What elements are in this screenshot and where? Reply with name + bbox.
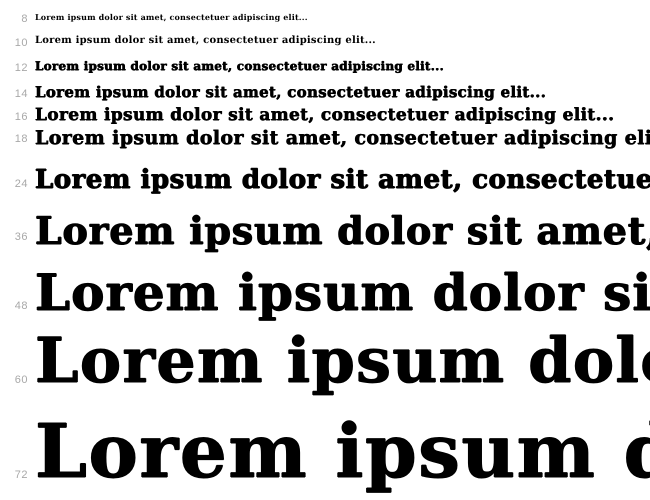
sample-text-14: Lorem ipsum dolor sit amet, consectetuer… [35,83,547,101]
size-label-8: 8 [21,13,28,25]
sample-text-36: Lorem ipsum dolor sit amet, consectetuer… [35,208,650,253]
size-label-14: 14 [14,88,28,100]
sample-text-18: Lorem ipsum dolor sit amet, consectetuer… [35,127,650,149]
size-label-48: 48 [14,300,28,312]
waterfall-row: 24 Lorem ipsum dolor sit amet, consectet… [0,0,650,500]
size-label-60: 60 [14,374,28,386]
size-label-72: 72 [14,469,28,481]
waterfall-row: 48 Lorem ipsum dolor sit amet, consectet… [0,0,650,500]
waterfall-row: 72 Lorem ipsum dolor sit amet, consectet… [0,0,650,500]
waterfall-row: 14 Lorem ipsum dolor sit amet, consectet… [0,0,650,500]
size-label-12: 12 [14,62,28,74]
waterfall-row: 8 Lorem ipsum dolor sit amet, consectetu… [0,0,650,500]
waterfall-row: 60 Lorem ipsum dolor sit amet, consectet… [0,0,650,500]
sample-text-48: Lorem ipsum dolor sit amet, consectetuer… [35,263,650,322]
sample-text-24: Lorem ipsum dolor sit amet, consectetuer… [35,165,650,195]
sample-text-16: Lorem ipsum dolor sit amet, consectetuer… [35,105,615,125]
waterfall-row: 10 Lorem ipsum dolor sit amet, consectet… [0,0,650,500]
size-label-16: 16 [14,111,28,123]
waterfall-row: 16 Lorem ipsum dolor sit amet, consectet… [0,0,650,500]
sample-text-60: Lorem ipsum dolor sit amet, consectetuer… [35,324,650,397]
font-specimen-waterfall: 8 Lorem ipsum dolor sit amet, consectetu… [0,0,650,500]
size-label-24: 24 [14,178,28,190]
size-label-18: 18 [14,133,28,145]
sample-text-12: Lorem ipsum dolor sit amet, consectetuer… [35,59,444,73]
sample-text-72: Lorem ipsum dolor sit amet, consectetuer… [35,409,650,495]
sample-text-8: Lorem ipsum dolor sit amet, consectetuer… [35,12,308,22]
size-label-10: 10 [14,37,28,49]
size-label-36: 36 [14,231,28,243]
sample-text-10: Lorem ipsum dolor sit amet, consectetuer… [35,35,376,46]
waterfall-row: 36 Lorem ipsum dolor sit amet, consectet… [0,0,650,500]
waterfall-row: 18 Lorem ipsum dolor sit amet, consectet… [0,0,650,500]
waterfall-row: 12 Lorem ipsum dolor sit amet, consectet… [0,0,650,500]
